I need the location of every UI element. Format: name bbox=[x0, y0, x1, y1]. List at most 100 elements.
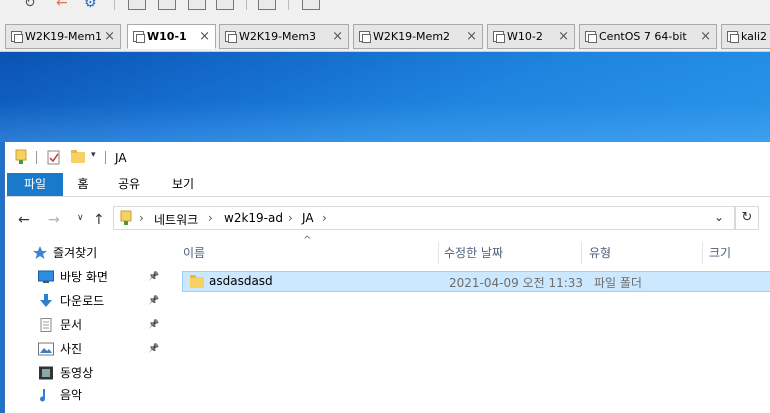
vm-icon bbox=[585, 31, 597, 43]
music-icon bbox=[38, 388, 54, 402]
vm-tab[interactable]: W2K19-Mem2 × bbox=[353, 24, 483, 49]
window-title: JA bbox=[115, 151, 127, 165]
folder-icon bbox=[190, 275, 204, 291]
close-icon[interactable]: × bbox=[558, 25, 569, 48]
breadcrumb-network[interactable]: 네트워크 bbox=[154, 211, 198, 228]
toolbar-separator bbox=[246, 0, 247, 10]
ribbon-tab-view[interactable]: 보기 bbox=[169, 173, 197, 196]
pictures-icon bbox=[38, 342, 54, 356]
library-icon[interactable] bbox=[258, 0, 276, 10]
customize-toolbar-icon[interactable]: ▾ bbox=[91, 150, 96, 160]
file-list: ^ 이름 수정한 날짜 유형 크기 asdasdasd 2021-04-09 오… bbox=[165, 235, 770, 413]
recent-locations-icon[interactable]: ∨ bbox=[77, 213, 84, 223]
nav-item-label: 즐겨찾기 bbox=[53, 246, 98, 260]
vm-desktop bbox=[0, 52, 770, 142]
quick-access-separator bbox=[105, 151, 106, 164]
vm-icon bbox=[493, 31, 505, 43]
breadcrumb-separator[interactable]: › bbox=[288, 211, 293, 225]
star-icon bbox=[32, 246, 48, 260]
column-divider[interactable] bbox=[438, 242, 439, 264]
column-divider[interactable] bbox=[581, 242, 582, 264]
nav-item-label: 음악 bbox=[60, 388, 83, 402]
properties-icon[interactable] bbox=[47, 150, 63, 165]
breadcrumb-server[interactable]: w2k19-ad bbox=[224, 211, 283, 225]
nav-item-label: 사진 bbox=[60, 342, 83, 356]
nav-item[interactable]: 사진 📌 bbox=[22, 339, 162, 359]
forward-icon[interactable]: → bbox=[48, 212, 60, 228]
close-icon[interactable]: × bbox=[700, 25, 711, 48]
vm-tab[interactable]: W10-1 × bbox=[127, 24, 216, 49]
column-divider[interactable] bbox=[702, 242, 703, 264]
back-arrow-icon[interactable]: ← bbox=[56, 0, 68, 10]
ribbon-tab-home[interactable]: 홈 bbox=[75, 173, 91, 196]
vm-tab-label: W2K19-Mem2 bbox=[373, 30, 451, 43]
console-view-icon[interactable] bbox=[128, 0, 146, 10]
address-input[interactable]: › 네트워크 › w2k19-ad › JA › ⌄ bbox=[113, 206, 735, 230]
nav-item[interactable]: 문서 📌 bbox=[22, 315, 162, 335]
quick-access-separator bbox=[36, 151, 37, 164]
ribbon-tab-file[interactable]: 파일 bbox=[7, 173, 63, 196]
ribbon-tab-share[interactable]: 공유 bbox=[115, 173, 143, 196]
pin-icon[interactable]: 📌 bbox=[148, 339, 159, 359]
vm-tab[interactable]: W2K19-Mem3 × bbox=[219, 24, 349, 49]
vm-tab-label: W10-2 bbox=[507, 30, 543, 43]
column-name[interactable]: 이름 bbox=[183, 239, 205, 267]
file-row[interactable]: asdasdasd 2021-04-09 오전 11:33 파일 폴더 bbox=[182, 271, 770, 292]
column-modified[interactable]: 수정한 날짜 bbox=[444, 239, 503, 267]
breadcrumb-separator[interactable]: › bbox=[139, 211, 144, 225]
nav-item[interactable]: 음악 bbox=[22, 385, 162, 405]
drive-icon[interactable] bbox=[15, 149, 27, 165]
toolbar-separator bbox=[288, 0, 289, 10]
vm-tab-label: W2K19-Mem1 bbox=[25, 30, 103, 43]
nav-item-label: 다운로드 bbox=[60, 294, 105, 308]
sort-ascending-icon: ^ bbox=[303, 235, 312, 246]
nav-item-label: 문서 bbox=[60, 318, 83, 332]
close-icon[interactable]: × bbox=[466, 25, 477, 48]
breadcrumb-separator[interactable]: › bbox=[208, 211, 213, 225]
revert-snapshot-icon[interactable]: ↻ bbox=[24, 0, 36, 10]
unity-icon[interactable] bbox=[188, 0, 206, 10]
vm-icon bbox=[727, 31, 739, 43]
vm-tab-label: W10-1 bbox=[147, 30, 187, 43]
pin-icon[interactable]: 📌 bbox=[148, 267, 159, 287]
vm-tab[interactable]: W2K19-Mem1 × bbox=[5, 24, 121, 49]
vm-icon bbox=[11, 31, 23, 43]
pin-icon[interactable]: 📌 bbox=[148, 315, 159, 335]
file-name: asdasdasd bbox=[209, 274, 273, 288]
nav-item[interactable]: 동영상 bbox=[22, 363, 162, 383]
vm-icon bbox=[225, 31, 237, 43]
new-folder-icon[interactable] bbox=[71, 150, 85, 166]
fullscreen-icon[interactable] bbox=[158, 0, 176, 10]
snapshot-manager-icon[interactable]: ⚙ bbox=[84, 0, 97, 10]
close-icon[interactable]: × bbox=[199, 25, 210, 48]
pin-icon[interactable]: 📌 bbox=[148, 291, 159, 311]
vm-tab[interactable]: kali2 bbox=[721, 24, 770, 49]
nav-item-label: 바탕 화면 bbox=[60, 270, 108, 284]
vm-tab[interactable]: W10-2 × bbox=[487, 24, 575, 49]
address-dropdown-icon[interactable]: ⌄ bbox=[714, 210, 724, 224]
close-icon[interactable]: × bbox=[104, 25, 115, 48]
refresh-icon[interactable]: ↻ bbox=[735, 206, 759, 230]
breadcrumb-folder[interactable]: JA bbox=[302, 211, 314, 225]
thumbnail-icon[interactable] bbox=[216, 0, 234, 10]
vm-tab[interactable]: CentOS 7 64-bit × bbox=[579, 24, 717, 49]
vm-tab-strip: W2K19-Mem1 × W10-1 × W2K19-Mem3 × W2K19-Mem2 × W… bbox=[0, 22, 770, 52]
nav-item-label: 동영상 bbox=[60, 366, 94, 380]
back-icon[interactable]: ← bbox=[18, 212, 30, 228]
network-drive-icon bbox=[120, 210, 132, 226]
breadcrumb-separator[interactable]: › bbox=[322, 211, 327, 225]
nav-item[interactable]: 바탕 화면 📌 bbox=[22, 267, 162, 287]
column-type[interactable]: 유형 bbox=[589, 239, 611, 267]
up-icon[interactable]: ↑ bbox=[93, 212, 105, 228]
toolbar-separator bbox=[114, 0, 115, 10]
video-icon bbox=[38, 366, 54, 380]
nav-item[interactable]: 다운로드 📌 bbox=[22, 291, 162, 311]
nav-item[interactable]: 즐겨찾기 bbox=[22, 243, 162, 263]
file-explorer-window: ▾ JA 파일 홈 공유 보기 ← → ∨ ↑ › 네트워크 › w2k19-a… bbox=[4, 142, 770, 413]
document-icon bbox=[38, 318, 54, 332]
column-size[interactable]: 크기 bbox=[709, 239, 731, 267]
view-options-icon[interactable] bbox=[302, 0, 320, 10]
download-icon bbox=[38, 294, 54, 308]
close-icon[interactable]: × bbox=[332, 25, 343, 48]
title-bar: ▾ JA bbox=[5, 142, 770, 173]
